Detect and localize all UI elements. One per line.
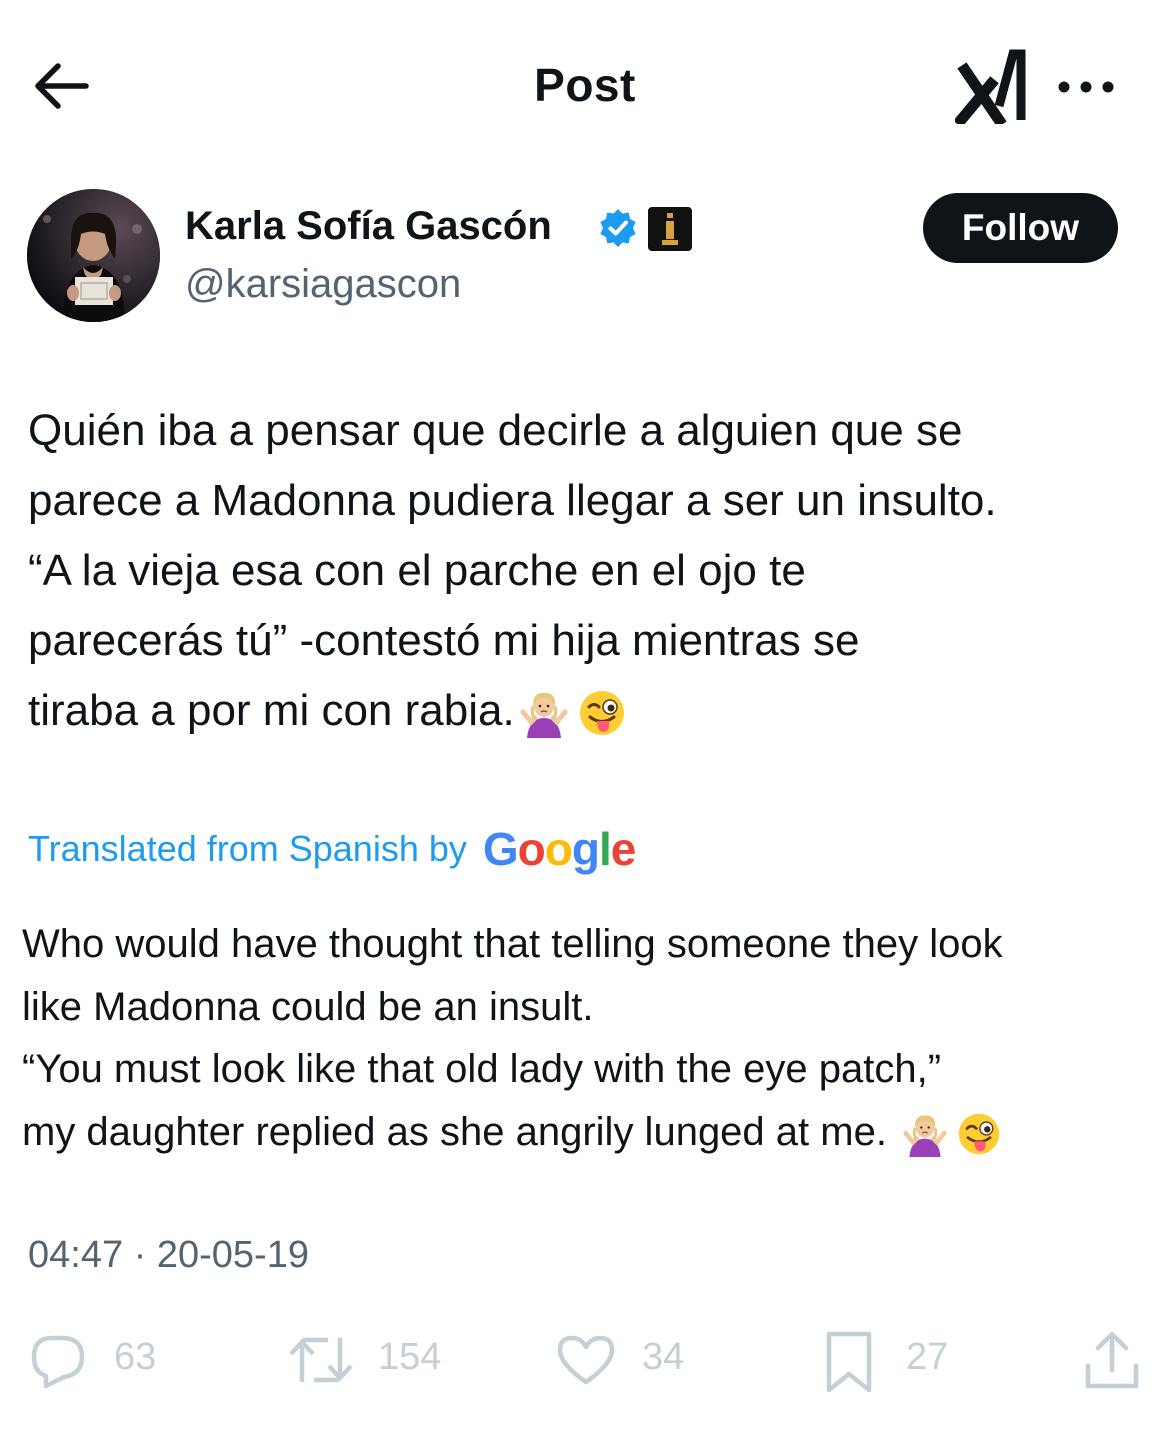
share-button[interactable]: [1083, 1320, 1143, 1400]
heart-icon: [557, 1335, 615, 1385]
follow-button[interactable]: Follow: [923, 193, 1118, 263]
tweet-line: tiraba a por mi con rabia.: [28, 686, 515, 735]
post-page: Post Karla Sofía Gascón @karsiagascon Fo…: [0, 0, 1170, 1435]
translated-text: Who would have thought that telling some…: [22, 913, 1157, 1163]
repost-icon: [289, 1337, 353, 1383]
google-logo: Google: [482, 823, 636, 875]
affiliate-badge[interactable]: [648, 207, 692, 251]
author-handle[interactable]: @karsiagascon: [185, 262, 461, 307]
reply-icon: [31, 1335, 85, 1389]
translation-line: “You must look like that old lady with t…: [22, 1047, 942, 1091]
tweet-last-line: tiraba a por mi con rabia.: [28, 676, 1153, 746]
translation-line: my daughter replied as she angrily lunge…: [22, 1109, 887, 1154]
palme-award-icon: [662, 213, 678, 245]
repost-button[interactable]: 154: [288, 1320, 458, 1400]
post-timestamp[interactable]: 04:47 · 20-05-19: [28, 1234, 309, 1277]
grok-icon: [953, 49, 1026, 128]
translation-line: like Madonna could be an insult.: [22, 984, 594, 1029]
action-bar: 63 154 34 27: [0, 1320, 1170, 1400]
tweet-line: Quién iba a pensar que decirle a alguien…: [28, 406, 963, 455]
avatar[interactable]: [27, 189, 160, 322]
like-count: 34: [642, 1336, 685, 1378]
bookmark-count: 27: [906, 1336, 949, 1378]
top-bar: Post: [0, 0, 1170, 170]
reply-button[interactable]: 63: [28, 1320, 178, 1400]
repost-count: 154: [378, 1336, 442, 1378]
avatar-photo: [27, 189, 160, 322]
translation-last-line: my daughter replied as she angrily lunge…: [22, 1101, 1157, 1164]
verified-badge-icon: [600, 209, 636, 247]
share-icon: [1085, 1331, 1139, 1389]
more-horizontal-icon: [1058, 81, 1114, 93]
author-name[interactable]: Karla Sofía Gascón: [185, 204, 552, 249]
tweet-line: parecerás tú” -contestó mi hija mientras…: [28, 616, 860, 665]
translation-attribution[interactable]: Translated from Spanish by Google: [28, 822, 636, 878]
tweet-line: “A la vieja esa con el parche en el ojo …: [28, 546, 806, 595]
bookmark-button[interactable]: 27: [822, 1320, 962, 1400]
translation-line: Who would have thought that telling some…: [22, 922, 1003, 966]
like-button[interactable]: 34: [556, 1320, 706, 1400]
tweet-line: parece a Madonna pudiera llegar a ser un…: [28, 476, 997, 525]
more-options-button[interactable]: [1054, 70, 1118, 104]
bookmark-icon: [826, 1331, 872, 1393]
translated-label: Translated from Spanish by: [28, 828, 467, 869]
person-shrugging-emoji-icon: [520, 693, 568, 739]
tweet-text: Quién iba a pensar que decirle a alguien…: [28, 396, 1153, 746]
reply-count: 63: [114, 1336, 157, 1378]
winking-tongue-emoji-icon: [579, 691, 624, 736]
grok-button[interactable]: [953, 48, 1027, 128]
person-shrugging-emoji-icon: [903, 1115, 947, 1157]
winking-tongue-emoji-icon: [958, 1113, 1000, 1155]
